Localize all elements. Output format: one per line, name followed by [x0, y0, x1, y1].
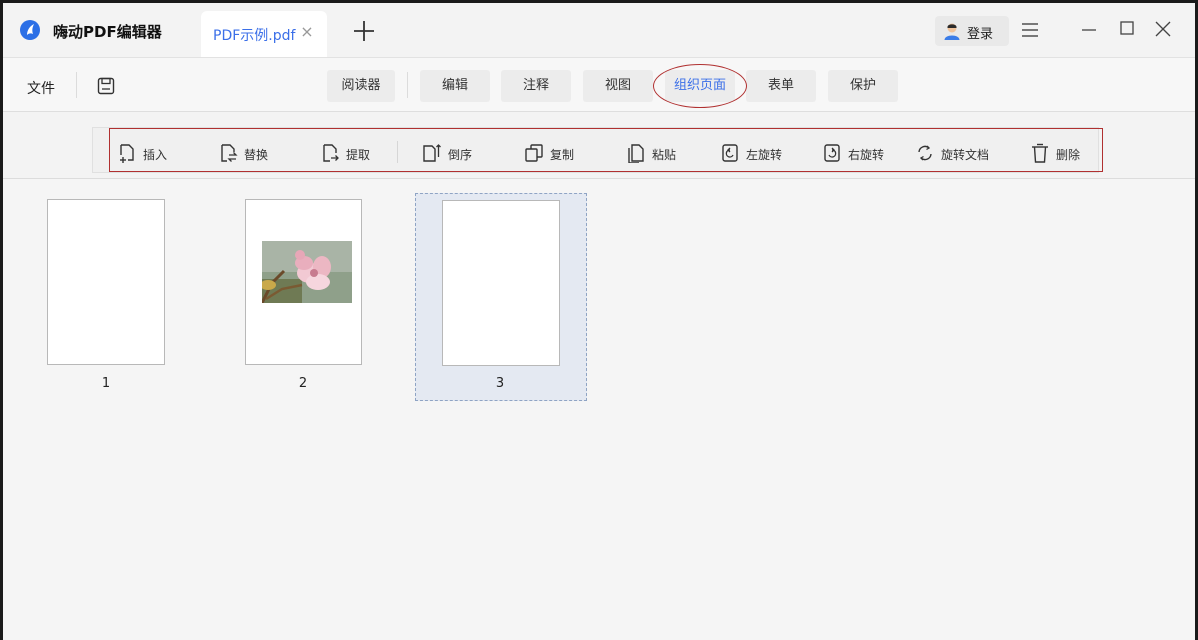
file-menu[interactable]: 文件	[27, 78, 55, 98]
page-number-3: 3	[495, 376, 505, 391]
app-title: 嗨动PDF编辑器	[53, 23, 162, 41]
save-icon[interactable]	[97, 77, 115, 95]
tab-view[interactable]: 视图	[583, 70, 653, 102]
menu-bar: 文件 阅读器 编辑 注释 视图 组织页面 表单 保护	[3, 58, 1195, 112]
page-thumbnail-3[interactable]	[442, 200, 560, 366]
page-thumbnails-area: 1 2 3	[3, 179, 1195, 640]
flower-image	[262, 241, 352, 303]
login-label: 登录	[967, 27, 994, 42]
hamburger-menu-icon[interactable]	[1021, 22, 1039, 38]
app-logo-icon	[20, 20, 40, 40]
rotate-left-label: 左旋转	[746, 148, 783, 162]
tab-edit[interactable]: 编辑	[420, 70, 490, 102]
copy-icon	[525, 144, 543, 162]
maximize-icon[interactable]	[1117, 19, 1137, 39]
replace-label: 替换	[244, 148, 269, 162]
reverse-order-label: 倒序	[448, 148, 473, 162]
highlight-ellipse	[653, 64, 747, 108]
title-bar: 嗨动PDF编辑器 PDF示例.pdf × 登录	[3, 3, 1195, 58]
minimize-icon[interactable]	[1079, 19, 1099, 39]
app-window: 嗨动PDF编辑器 PDF示例.pdf × 登录 文件 阅读器 编辑 注释 视图 …	[3, 3, 1195, 640]
rotate-right-icon	[824, 144, 840, 162]
organize-toolbar: 插入 替换 提取 倒序 复制 粘贴 左旋转 右旋转 旋转文档 删除	[3, 112, 1195, 179]
rotate-document-icon	[918, 145, 932, 161]
extract-label: 提取	[346, 148, 371, 162]
rotate-right-label: 右旋转	[848, 148, 885, 162]
tab-label: PDF示例.pdf	[213, 28, 296, 44]
page-number-1: 1	[101, 376, 111, 391]
replace-page-icon	[221, 144, 238, 162]
rotate-left-icon	[722, 144, 738, 162]
tab-annotate[interactable]: 注释	[501, 70, 571, 102]
paste-icon	[628, 144, 644, 163]
close-icon[interactable]: ×	[299, 24, 315, 40]
user-icon	[944, 23, 960, 40]
trash-icon	[1032, 143, 1048, 163]
divider	[397, 141, 398, 163]
insert-label: 插入	[143, 148, 168, 162]
login-button[interactable]: 登录	[935, 16, 1009, 46]
delete-label: 删除	[1056, 148, 1081, 162]
paste-label: 粘贴	[652, 148, 677, 162]
tab-form[interactable]: 表单	[746, 70, 816, 102]
page-thumbnail-2[interactable]	[245, 199, 362, 365]
divider	[407, 72, 408, 98]
tab-document[interactable]: PDF示例.pdf ×	[201, 11, 327, 57]
page-number-2: 2	[298, 376, 308, 391]
close-window-icon[interactable]	[1153, 19, 1173, 39]
plus-icon[interactable]	[352, 19, 376, 43]
tab-reader[interactable]: 阅读器	[327, 70, 395, 102]
reverse-order-icon	[423, 144, 441, 162]
rotate-document-label: 旋转文档	[941, 148, 990, 162]
insert-page-icon	[120, 144, 134, 163]
divider	[76, 72, 77, 98]
page-thumbnail-1[interactable]	[47, 199, 165, 365]
copy-label: 复制	[550, 148, 575, 162]
tab-protect[interactable]: 保护	[828, 70, 898, 102]
extract-page-icon	[323, 144, 339, 162]
